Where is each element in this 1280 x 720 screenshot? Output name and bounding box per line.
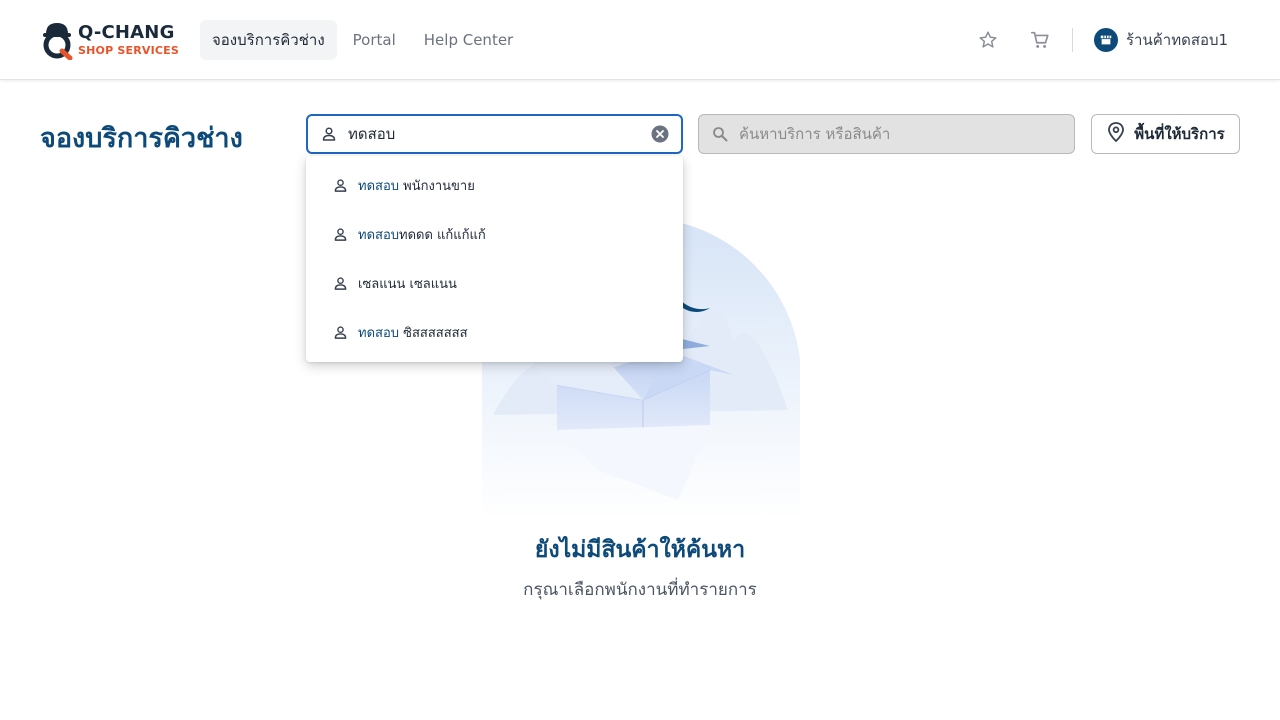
product-search-input[interactable] bbox=[739, 125, 1074, 143]
nav-item-portal[interactable]: Portal bbox=[341, 20, 408, 60]
search-icon bbox=[711, 125, 729, 143]
shop-account-menu[interactable]: ร้านค้าทดสอบ1 bbox=[1094, 26, 1228, 54]
suggestion-rest: ทดดด แก้แก้แก้ bbox=[399, 228, 486, 243]
person-icon bbox=[320, 125, 338, 143]
employee-search-input[interactable] bbox=[348, 125, 651, 143]
star-icon[interactable] bbox=[974, 26, 1002, 54]
suggestion-rest: ซิสสสสสสส bbox=[399, 326, 468, 341]
employee-suggestions-dropdown: ทดสอบ พนักงานขาย ทดสอบ ทดดด แก้แก้แก้ เซล… bbox=[306, 156, 683, 362]
service-area-button[interactable]: พื้นที่ให้บริการ bbox=[1091, 114, 1240, 154]
logo-wordmark: Q-CHANG bbox=[78, 22, 175, 43]
location-pin-icon bbox=[1106, 121, 1126, 147]
person-icon bbox=[332, 325, 348, 341]
q-chang-logo[interactable]: Q-CHANG SHOP SERVICES bbox=[40, 18, 180, 62]
product-search-field[interactable] bbox=[698, 114, 1075, 154]
person-icon bbox=[332, 276, 348, 292]
cart-icon[interactable] bbox=[1026, 26, 1054, 54]
empty-state-subtitle: กรุณาเลือกพนักงานที่ทำรายการ bbox=[523, 580, 757, 600]
suggestion-item[interactable]: ทดสอบ ซิสสสสสสส bbox=[306, 308, 683, 357]
logo-tagline: SHOP SERVICES bbox=[78, 44, 179, 57]
suggestion-rest: พนักงานขาย bbox=[399, 179, 475, 194]
top-header: Q-CHANG SHOP SERVICES จองบริการคิวช่าง P… bbox=[0, 0, 1280, 80]
clear-circle-icon[interactable] bbox=[651, 125, 669, 143]
empty-state-title: ยังไม่มีสินค้าให้ค้นหา bbox=[534, 537, 746, 563]
store-icon bbox=[1094, 28, 1118, 52]
service-area-label: พื้นที่ให้บริการ bbox=[1134, 125, 1225, 143]
person-icon bbox=[332, 178, 348, 194]
logo-mark-icon bbox=[40, 20, 74, 61]
header-divider bbox=[1072, 28, 1073, 52]
suggestion-item[interactable]: ทดสอบ พนักงานขาย bbox=[306, 161, 683, 210]
shop-name: ร้านค้าทดสอบ1 bbox=[1126, 31, 1229, 49]
logo-text: Q-CHANG SHOP SERVICES bbox=[78, 22, 179, 57]
suggestion-match: ทดสอบ bbox=[358, 179, 400, 194]
person-icon bbox=[332, 227, 348, 243]
suggestion-rest: เซลแนน เซลแนน bbox=[358, 277, 457, 292]
main-nav: จองบริการคิวช่าง Portal Help Center bbox=[200, 20, 529, 60]
suggestion-item[interactable]: ทดสอบ ทดดด แก้แก้แก้ bbox=[306, 210, 683, 259]
suggestion-match: ทดสอบ bbox=[358, 326, 400, 341]
suggestion-match: ทดสอบ bbox=[358, 228, 400, 243]
employee-search-field[interactable] bbox=[306, 114, 683, 154]
nav-item-book-service[interactable]: จองบริการคิวช่าง bbox=[200, 20, 337, 60]
nav-item-help-center[interactable]: Help Center bbox=[412, 20, 525, 60]
suggestion-item[interactable]: เซลแนน เซลแนน bbox=[306, 259, 683, 308]
page-title: จองบริการคิวช่าง bbox=[40, 123, 243, 154]
